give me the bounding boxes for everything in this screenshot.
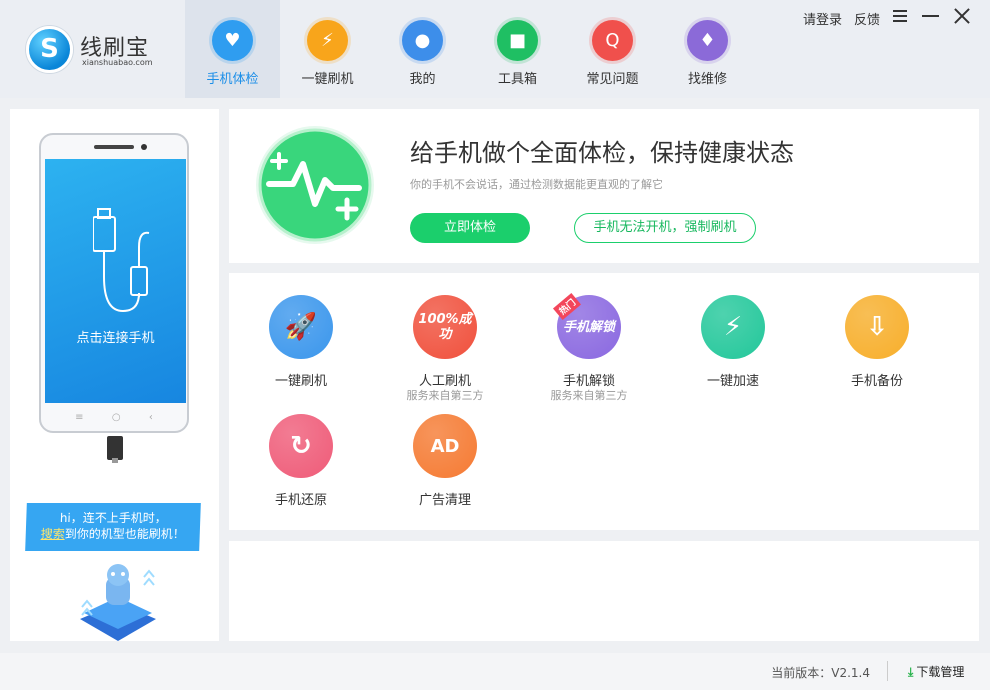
lightning-phone-icon: ⚡ — [307, 20, 348, 61]
100-success-icon: 100%成功 — [413, 295, 477, 359]
tool-label: 手机解锁 — [562, 374, 615, 389]
user-icon: ● — [402, 20, 443, 61]
phone-speaker — [94, 145, 134, 149]
search-link[interactable]: 搜索 — [40, 527, 65, 541]
start-check-button[interactable]: 立即体检 — [410, 213, 530, 243]
connect-phone-label: 点击连接手机 — [76, 331, 155, 346]
usb-plug-tip — [112, 458, 118, 463]
health-check-panel: 给手机做个全面体检，保持健康状态 你的手机不会说话，通过检测数据能更直观的了解它… — [229, 109, 979, 263]
tool-item[interactable]: 100%成功人工刷机 服务来自第三方 — [373, 295, 517, 402]
nav-label: 我的 — [409, 72, 436, 87]
question-icon: Q — [592, 20, 633, 61]
tool-label: 人工刷机 — [418, 374, 471, 389]
hint-line-2-text: 到你的机型也能刷机！ — [64, 527, 186, 541]
version-label: 当前版本：V2.1.4 — [771, 666, 870, 680]
search-hint-banner: hi，连不上手机时， 搜索到你的机型也能刷机！ — [25, 503, 201, 551]
download-manager-button[interactable]: ⤓ 下载管理 — [908, 663, 964, 680]
tool-label: 一键刷机 — [274, 374, 327, 389]
phone-camera — [141, 144, 147, 150]
rocket-icon: 🚀 — [269, 295, 333, 359]
phone-illustration[interactable]: 点击连接手机 ≡ ○ ‹ — [39, 133, 189, 433]
menu-icon[interactable] — [890, 5, 912, 27]
tool-badge-text: 手机解锁 — [562, 319, 615, 335]
tool-item[interactable]: 手机解锁 热门 手机解锁 服务来自第三方 — [517, 293, 661, 402]
close-icon[interactable] — [951, 5, 973, 27]
phone-nav-buttons: ≡ ○ ‹ — [41, 412, 187, 423]
tool-item[interactable]: ⇩ 手机备份 — [805, 295, 949, 389]
usb-drive-icon: ⇩ — [845, 295, 909, 359]
toolbox-icon: ■ — [497, 20, 538, 61]
lightning-icon: ⚡ — [701, 295, 765, 359]
top-links: 请登录 反馈 — [803, 9, 880, 28]
phone-heart-icon: ♥ — [212, 20, 253, 61]
nav-label: 常见问题 — [586, 72, 639, 87]
nav-tab-4[interactable]: ■ 工具箱 — [470, 0, 565, 98]
repairman-icon: ♦ — [687, 20, 728, 61]
nav-label: 工具箱 — [497, 72, 537, 87]
tool-badge-text: 100%成功 — [418, 312, 472, 342]
nav-tab-6[interactable]: ♦ 找维修 — [660, 0, 755, 98]
tool-badge-text: AD — [430, 435, 460, 457]
nav-label: 手机体检 — [206, 72, 259, 87]
tool-item[interactable]: ⚡ 一键加速 — [661, 295, 805, 389]
app-logo: S 线刷宝 xianshuabao.com — [26, 26, 166, 74]
nav-tab-2[interactable]: ⚡ 一键刷机 — [280, 0, 375, 98]
tool-label: 一键加速 — [706, 374, 759, 389]
hint-line-1: hi，连不上手机时， — [59, 511, 168, 525]
tool-label: 手机备份 — [850, 374, 903, 389]
tool-sublabel: 服务来自第三方 — [406, 389, 484, 402]
tool-item[interactable]: 🚀 一键刷机 — [229, 295, 373, 389]
minimize-icon[interactable] — [920, 5, 942, 27]
usb-plug-icon — [107, 436, 123, 460]
tool-item[interactable]: ↻ 手机还原 — [229, 414, 373, 508]
phone-screen[interactable]: 点击连接手机 — [45, 159, 186, 403]
heartbeat-icon — [256, 126, 374, 244]
connect-panel: 点击连接手机 ≡ ○ ‹ hi，连不上手机时， 搜索到你的机型也能刷机！ — [10, 109, 219, 641]
nav-label: 一键刷机 — [301, 72, 354, 87]
tool-label: 广告清理 — [418, 493, 471, 508]
download-icon: ⤓ — [908, 665, 914, 679]
nav-tab-5[interactable]: Q 常见问题 — [565, 0, 660, 98]
tool-item[interactable]: AD 广告清理 — [373, 414, 517, 508]
hot-tag: 热门 — [552, 293, 582, 320]
ad-clean-icon: AD — [413, 414, 477, 478]
restore-phone-icon: ↻ — [269, 414, 333, 478]
logo-icon: S — [26, 26, 73, 73]
empty-content-panel — [229, 541, 979, 641]
check-title: 给手机做个全面体检，保持健康状态 — [410, 139, 794, 167]
login-link[interactable]: 请登录 — [803, 9, 842, 28]
usb-cable-icon — [93, 208, 150, 313]
force-flash-button[interactable]: 手机无法开机，强制刷机 — [574, 213, 756, 243]
menu-key-icon: ≡ — [75, 412, 84, 423]
download-label: 下载管理 — [916, 665, 965, 679]
main-nav: ♥ 手机体检 ⚡ 一键刷机 ● 我的 ■ 工具箱 Q 常见问题 ♦ 找维修 — [185, 0, 755, 98]
feedback-link[interactable]: 反馈 — [854, 9, 880, 28]
status-divider — [887, 661, 888, 681]
hint-line-2: 搜索到你的机型也能刷机！ — [25, 526, 200, 542]
tool-sublabel: 服务来自第三方 — [550, 389, 628, 402]
back-key-icon: ‹ — [148, 412, 153, 423]
tool-label: 手机还原 — [274, 493, 327, 508]
nav-label: 找维修 — [687, 72, 727, 87]
status-bar: 当前版本：V2.1.4 ⤓ 下载管理 — [0, 653, 990, 690]
android-robot-icon — [80, 564, 156, 641]
app-domain: xianshuabao.com — [82, 58, 153, 67]
home-key-icon: ○ — [111, 412, 121, 423]
nav-tab-1[interactable]: ♥ 手机体检 — [185, 0, 280, 98]
tools-panel: 🚀 一键刷机 100%成功 人工刷机 服务来自第三方 手机解锁 热门 手机解锁 服务来自第三方 ⚡… — [229, 273, 979, 530]
check-subtitle: 你的手机不会说话，通过检测数据能更直观的了解它 — [410, 178, 663, 191]
nav-tab-3[interactable]: ● 我的 — [375, 0, 470, 98]
title-bar: S 线刷宝 xianshuabao.com ♥ 手机体检 ⚡ 一键刷机 ● 我的 ■ 工具箱 Q… — [0, 0, 990, 98]
unlock-icon: 手机解锁 热门 — [552, 293, 621, 359]
